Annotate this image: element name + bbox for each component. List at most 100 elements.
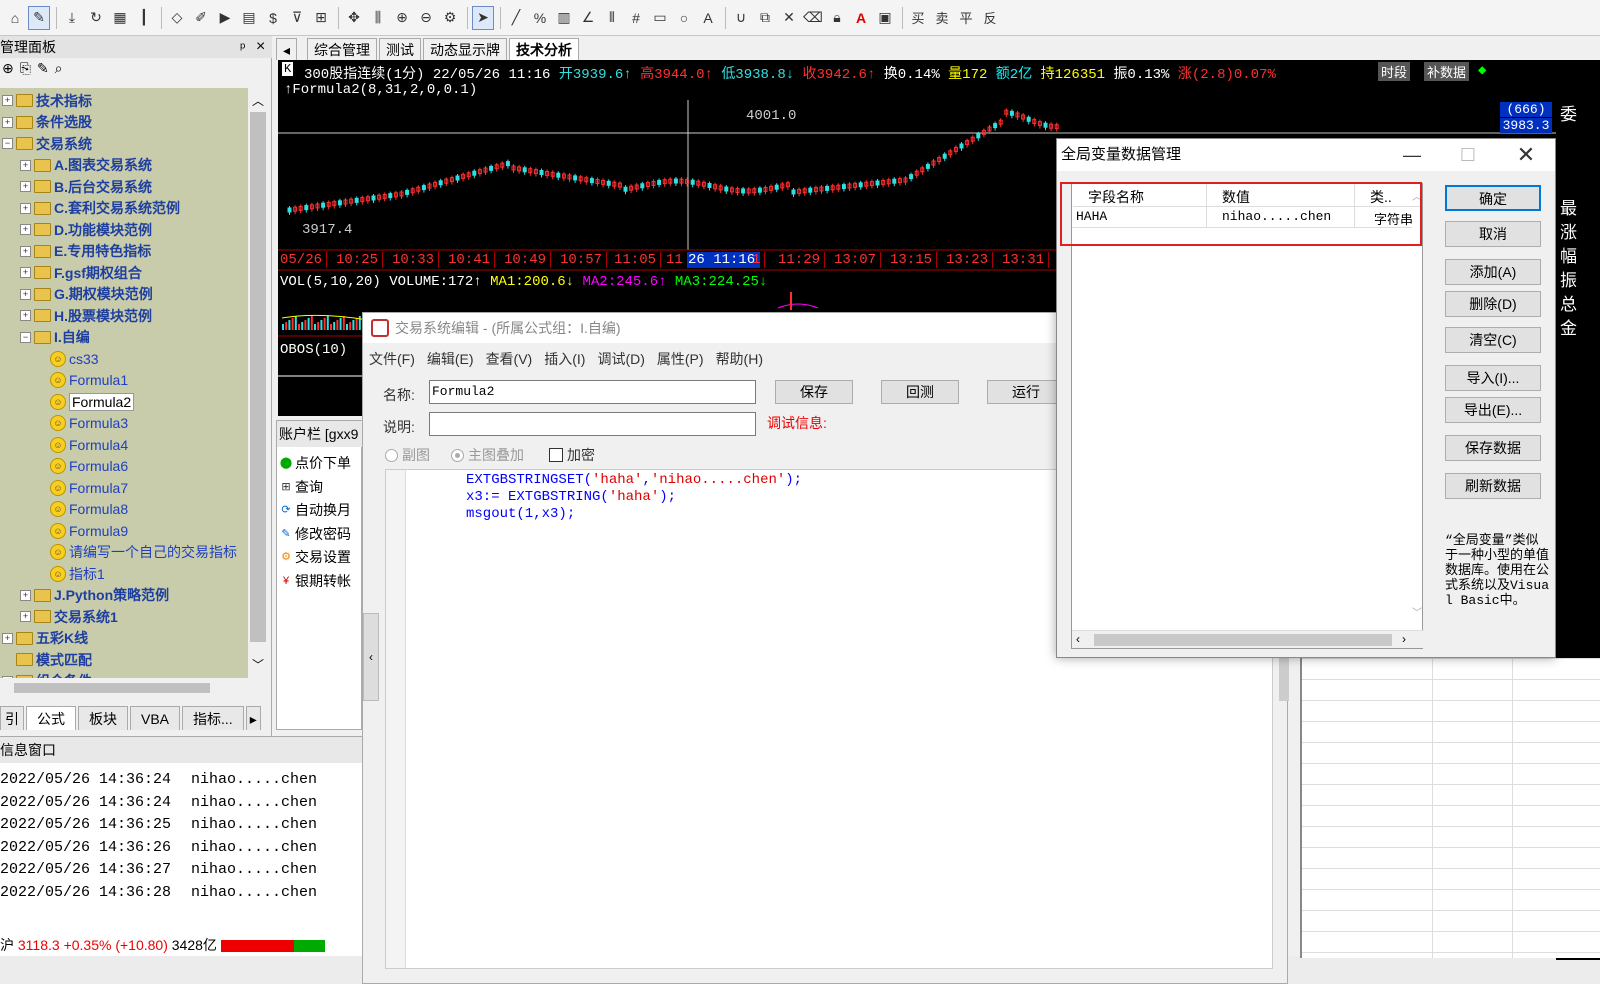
tab-scroll-icon[interactable]: ◂: [276, 38, 298, 60]
chart-tab[interactable]: 测试: [379, 38, 422, 60]
editor-scroll-thumb[interactable]: [1279, 653, 1289, 701]
scroll-right-icon[interactable]: ›: [1402, 632, 1406, 646]
magnet-icon[interactable]: ∪: [730, 6, 752, 30]
tree-formula[interactable]: ☺ Formula2: [50, 391, 135, 412]
kline-icon[interactable]: ┃: [133, 6, 155, 30]
trash-icon[interactable]: ⌫: [802, 6, 824, 30]
account-menu-item[interactable]: ¥ 银期转帐: [279, 571, 351, 591]
tree-folder[interactable]: + 交易系统1: [20, 606, 118, 627]
cancel-button[interactable]: 取消: [1445, 221, 1541, 247]
account-menu-item[interactable]: ✎ 修改密码: [279, 524, 351, 544]
minimize-icon[interactable]: —: [1389, 139, 1435, 171]
backtest-button[interactable]: 回测: [881, 380, 959, 404]
scroll-up-icon[interactable]: ︿: [252, 92, 264, 109]
name-field[interactable]: Formula2: [429, 380, 756, 404]
close-icon[interactable]: ×: [256, 36, 265, 58]
menu-item[interactable]: 编辑(E): [427, 347, 474, 371]
menu-item[interactable]: 文件(F): [369, 347, 415, 371]
menu-item[interactable]: 查看(V): [486, 347, 533, 371]
maximize-icon[interactable]: ☐: [1445, 139, 1491, 171]
scroll-down-icon[interactable]: ﹀: [1412, 604, 1422, 619]
add-button[interactable]: 添加(A): [1445, 259, 1541, 285]
tree-folder[interactable]: + 技术指标: [2, 90, 92, 111]
expand-icon[interactable]: +: [20, 224, 31, 235]
delete-button[interactable]: 删除(D): [1445, 291, 1541, 317]
expand-icon[interactable]: +: [20, 310, 31, 321]
tree-folder[interactable]: + 条件选股: [2, 112, 92, 133]
import-button[interactable]: 导入(I)...: [1445, 365, 1541, 391]
encrypt-option[interactable]: 加密: [549, 445, 595, 465]
expand-icon[interactable]: +: [2, 95, 13, 106]
expand-icon[interactable]: +: [20, 589, 31, 601]
gear-icon[interactable]: ⚙: [439, 6, 461, 30]
expand-icon[interactable]: +: [2, 116, 13, 128]
account-menu-item[interactable]: ⬤ 点价下单: [279, 453, 351, 473]
reverse-button[interactable]: 反: [979, 6, 1001, 30]
checkbox-icon[interactable]: [549, 448, 563, 462]
tree-formula[interactable]: ☺ Formula3: [50, 413, 128, 434]
expand-icon[interactable]: +: [20, 267, 31, 278]
expand-icon[interactable]: +: [2, 675, 13, 678]
panel-tab[interactable]: 引: [0, 706, 24, 730]
tree-folder[interactable]: + 五彩K线: [2, 628, 88, 649]
scroll-thumb[interactable]: [250, 112, 266, 642]
expand-icon[interactable]: +: [20, 159, 31, 171]
account-menu-item[interactable]: ⚙ 交易设置: [279, 547, 351, 567]
chart-tab[interactable]: 动态显示牌: [423, 38, 508, 60]
pin-icon[interactable]: ᵖ: [240, 36, 245, 58]
variable-list[interactable]: ‹ › ︿ ﹀ 字段名称 数值 类.. HAHA nihao.....chen 字符串: [1071, 183, 1424, 649]
panel-tab[interactable]: VBA: [130, 706, 181, 730]
tree-folder[interactable]: + E.专用特色指标: [20, 241, 151, 262]
calc-icon[interactable]: ⊞: [310, 6, 332, 30]
period-button[interactable]: 时段: [1378, 62, 1411, 81]
tree-folder[interactable]: + J.Python策略范例: [20, 585, 169, 606]
account-menu-item[interactable]: ⊞ 查询: [279, 477, 323, 497]
ruler-icon[interactable]: ⫼: [367, 6, 389, 30]
tree-folder[interactable]: + H.股票模块范例: [20, 305, 152, 326]
sell-button[interactable]: 卖: [931, 6, 953, 30]
chart-tab[interactable]: 技术分析: [509, 38, 580, 60]
refresh-data-button[interactable]: 刷新数据: [1445, 473, 1541, 499]
expand-icon[interactable]: −: [2, 138, 13, 149]
expand-icon[interactable]: +: [20, 245, 31, 257]
tree-folder[interactable]: 模式匹配: [2, 649, 92, 670]
move-icon[interactable]: ✥: [343, 6, 365, 30]
menu-item[interactable]: 调试(D): [597, 347, 644, 371]
scroll-down-icon[interactable]: ﹀: [252, 656, 264, 673]
panel-tab[interactable]: 公式: [26, 706, 76, 730]
tree-formula[interactable]: ☺ Formula1: [50, 370, 128, 391]
panel-tab[interactable]: 指标...: [182, 706, 244, 730]
tree-folder[interactable]: + 组合条件: [2, 671, 92, 678]
tree-formula[interactable]: ☺ Formula6: [50, 456, 128, 477]
hscroll-thumb[interactable]: [14, 683, 210, 693]
fill-data-button[interactable]: 补数据: [1424, 62, 1470, 81]
circle-icon[interactable]: ○: [673, 6, 695, 30]
radio-selected-icon[interactable]: [451, 448, 464, 462]
edit-icon[interactable]: ✐: [190, 6, 212, 30]
tree-folder[interactable]: + B.后台交易系统: [20, 176, 152, 197]
edit-icon[interactable]: ✎: [37, 60, 49, 84]
home-icon[interactable]: ⌂: [4, 6, 26, 30]
tree-folder[interactable]: − 交易系统: [2, 133, 92, 154]
tree-folder[interactable]: + A.图表交易系统: [20, 155, 152, 176]
menu-item[interactable]: 属性(P): [657, 347, 704, 371]
color-icon[interactable]: A: [850, 6, 872, 30]
new-icon[interactable]: ⊕: [2, 60, 14, 84]
zoom-in-icon[interactable]: ⊕: [391, 6, 413, 30]
collapse-left-icon[interactable]: ‹: [363, 613, 379, 701]
percent-icon[interactable]: %: [529, 6, 551, 30]
expand-icon[interactable]: −: [20, 331, 31, 343]
parallel-icon[interactable]: ⫴: [601, 6, 623, 30]
main-overlay-option[interactable]: 主图叠加: [451, 445, 524, 465]
tree-formula[interactable]: ☺ Formula8: [50, 499, 128, 520]
copy-icon[interactable]: ⧉: [754, 6, 776, 30]
add-icon[interactable]: ⎘: [20, 60, 31, 84]
panel-tab[interactable]: 板块: [78, 706, 128, 730]
expand-icon[interactable]: +: [20, 181, 31, 192]
expand-icon[interactable]: +: [20, 611, 31, 622]
flat-button[interactable]: 平: [955, 6, 977, 30]
period-icon[interactable]: K: [282, 62, 294, 76]
diamond-icon[interactable]: ◆: [1478, 62, 1486, 79]
list-hscrollbar[interactable]: ‹ ›: [1072, 630, 1424, 648]
save-icon[interactable]: ▣: [874, 6, 896, 30]
